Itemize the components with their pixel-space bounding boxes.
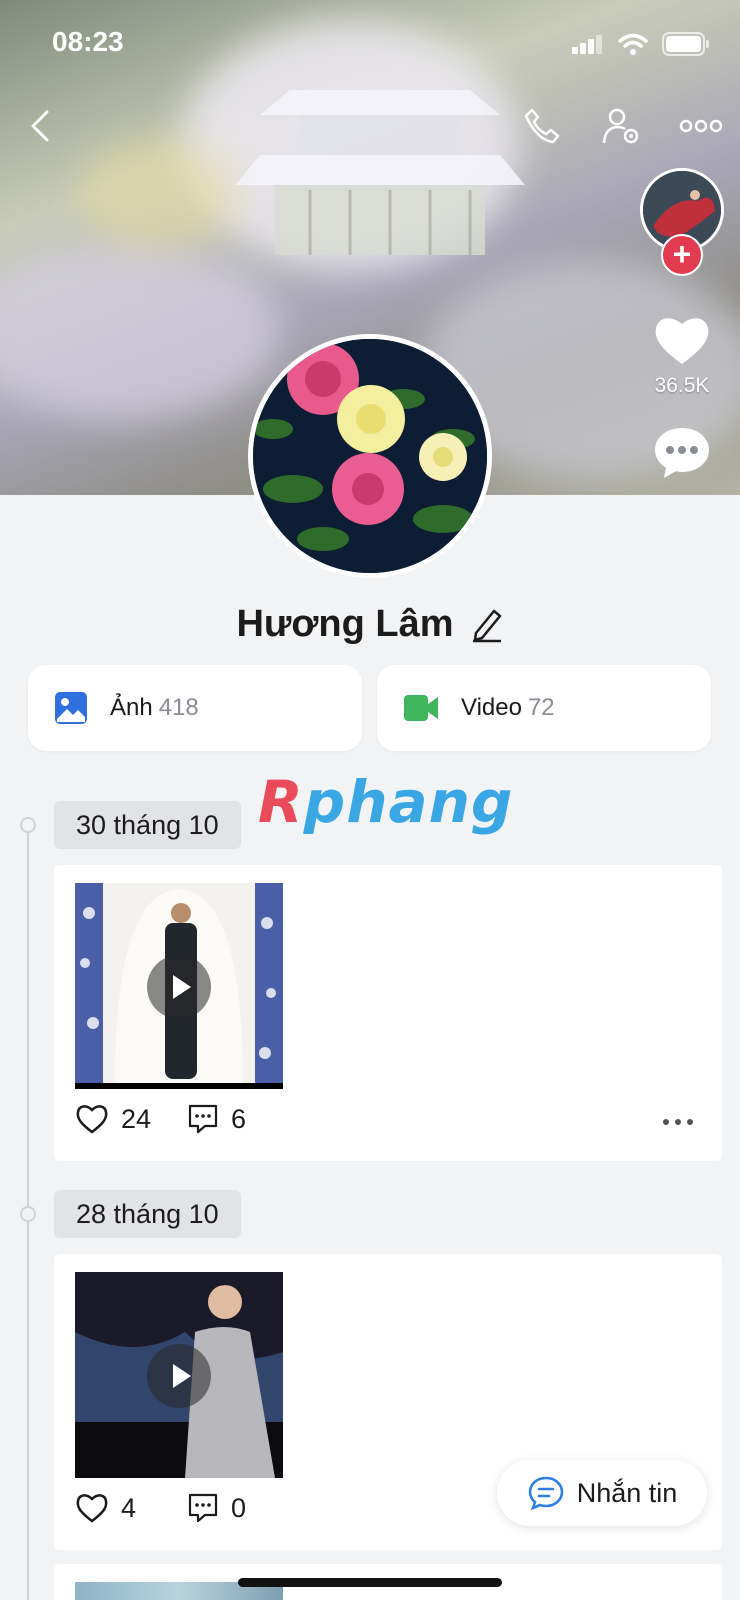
heart-icon[interactable] bbox=[652, 312, 712, 368]
timeline-dot bbox=[20, 1206, 36, 1222]
play-icon[interactable] bbox=[147, 1344, 211, 1408]
post-card[interactable]: 24 6 bbox=[54, 865, 722, 1161]
add-story-button[interactable]: + bbox=[661, 234, 703, 276]
image-icon bbox=[55, 692, 87, 724]
like-button[interactable]: 24 bbox=[75, 1103, 187, 1135]
watermark-rest: phang bbox=[303, 768, 514, 836]
date-chip: 30 tháng 10 bbox=[54, 801, 241, 849]
video-thumbnail[interactable] bbox=[75, 1272, 283, 1478]
date-chip: 28 tháng 10 bbox=[54, 1190, 241, 1238]
edit-icon[interactable] bbox=[470, 605, 504, 643]
videos-label: Video bbox=[461, 694, 522, 721]
watermark-logo: Rphang bbox=[258, 768, 513, 836]
comment-count: 6 bbox=[231, 1103, 247, 1134]
call-button[interactable] bbox=[520, 104, 564, 148]
phone-icon bbox=[524, 108, 560, 144]
message-label: Nhắn tin bbox=[576, 1477, 678, 1508]
back-button[interactable] bbox=[20, 104, 60, 148]
battery-icon bbox=[662, 32, 709, 56]
user-settings-button[interactable] bbox=[598, 104, 644, 148]
heart-outline-icon bbox=[76, 1105, 108, 1134]
more-icon bbox=[679, 119, 723, 133]
status-bar: 08:23 bbox=[0, 0, 740, 88]
like-button[interactable]: 4 bbox=[75, 1492, 187, 1524]
chat-bubble-icon[interactable] bbox=[652, 424, 712, 480]
comment-icon bbox=[188, 1493, 218, 1523]
videos-button[interactable]: Video 72 bbox=[377, 665, 711, 751]
profile-avatar[interactable] bbox=[248, 334, 492, 578]
user-settings-icon bbox=[602, 108, 639, 144]
heart-outline-icon bbox=[76, 1494, 108, 1523]
message-button[interactable]: Nhắn tin bbox=[497, 1460, 707, 1526]
comment-count: 0 bbox=[231, 1492, 247, 1523]
message-icon bbox=[528, 1476, 564, 1511]
like-count: 4 bbox=[121, 1492, 137, 1523]
photos-label: Ảnh bbox=[110, 694, 153, 721]
videos-count: 72 bbox=[527, 694, 555, 721]
watermark-first: R bbox=[258, 768, 304, 836]
signal-icon bbox=[572, 35, 602, 54]
photos-button[interactable]: Ảnh 418 bbox=[28, 665, 362, 751]
roses-image bbox=[253, 339, 487, 573]
pagoda-image bbox=[235, 90, 525, 255]
more-options-button[interactable] bbox=[676, 104, 726, 148]
video-thumbnail[interactable] bbox=[75, 883, 283, 1089]
likes-count: 36.5K bbox=[654, 374, 710, 397]
more-icon[interactable] bbox=[660, 1107, 700, 1137]
comment-button[interactable]: 0 bbox=[187, 1492, 246, 1524]
comment-icon bbox=[188, 1104, 218, 1134]
comment-button[interactable]: 6 bbox=[187, 1103, 246, 1135]
profile-name: Hương Lâm bbox=[236, 602, 454, 645]
video-camera-icon bbox=[404, 695, 438, 721]
photos-count: 418 bbox=[158, 694, 199, 721]
back-icon bbox=[31, 110, 49, 142]
wifi-icon bbox=[618, 33, 648, 55]
status-time: 08:23 bbox=[52, 26, 124, 57]
play-icon[interactable] bbox=[147, 955, 211, 1019]
like-count: 24 bbox=[121, 1103, 152, 1134]
timeline-dot bbox=[20, 817, 36, 833]
home-indicator[interactable] bbox=[238, 1578, 502, 1587]
